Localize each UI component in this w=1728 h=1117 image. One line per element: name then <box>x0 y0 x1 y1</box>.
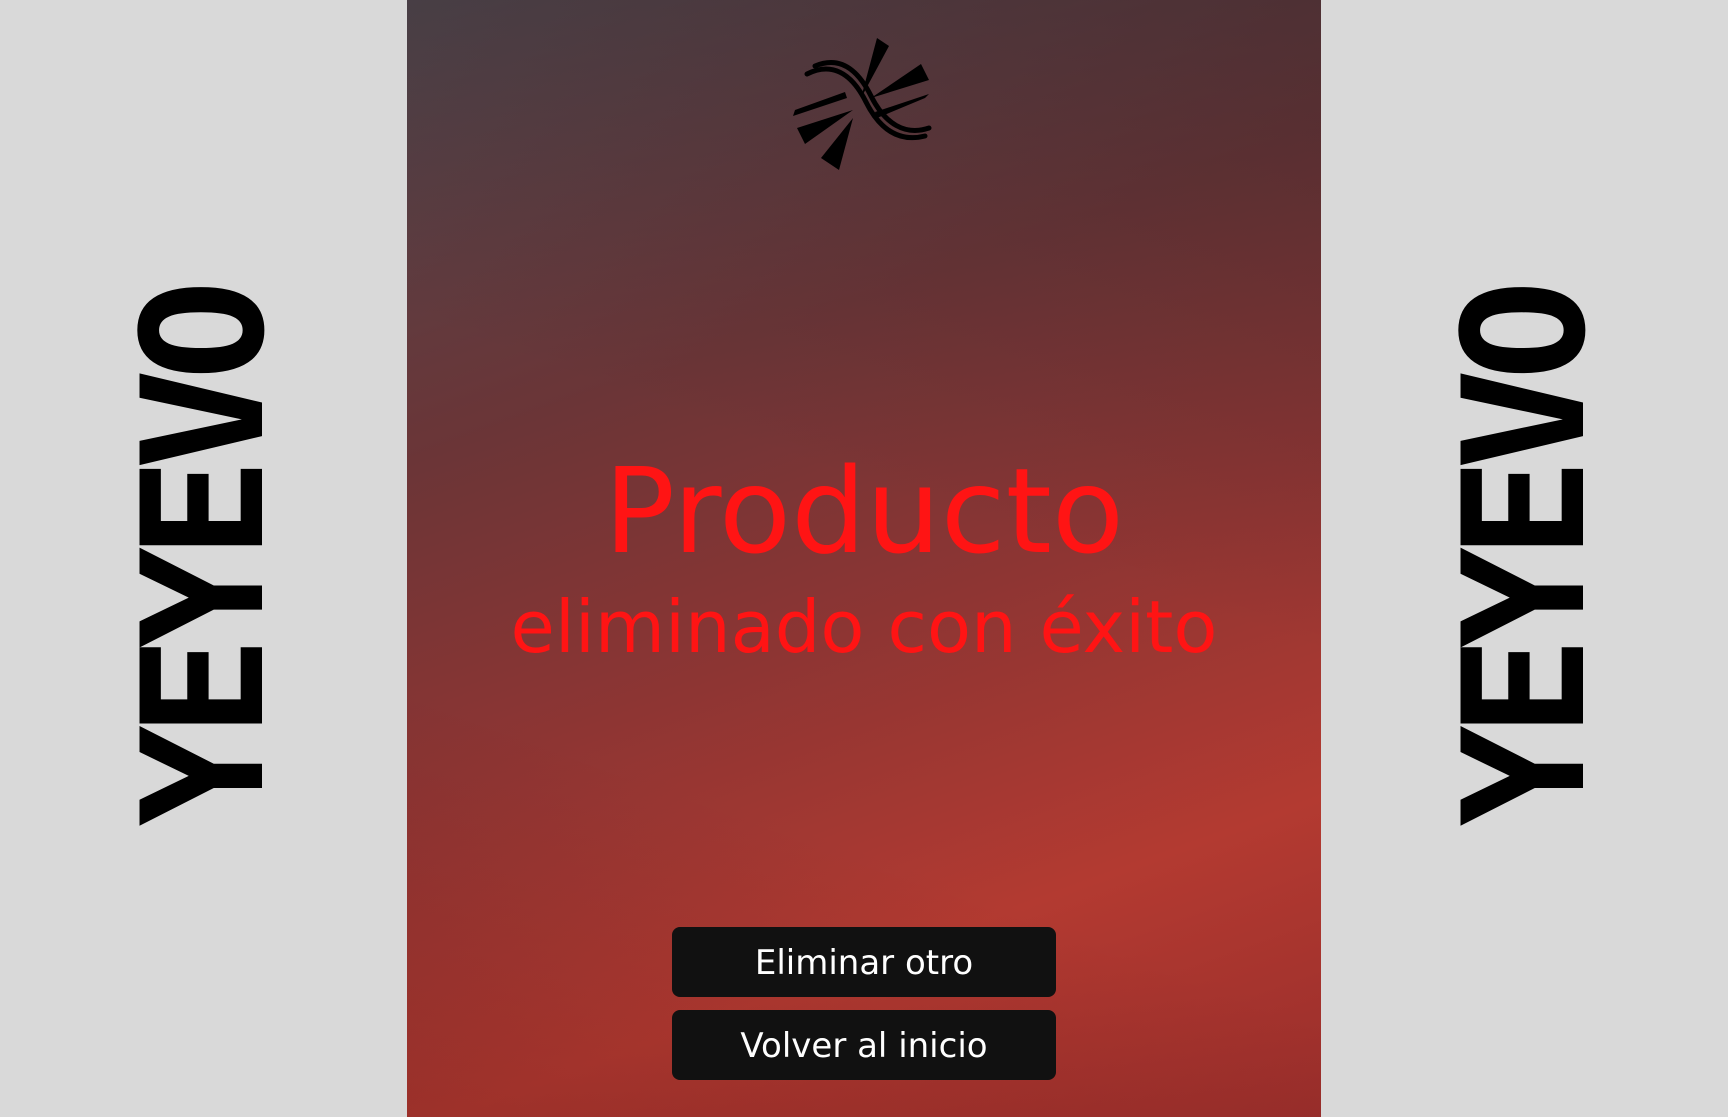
brand-wordmark-right: YEYEVO <box>1426 291 1623 826</box>
left-brand-panel: YEYEVO <box>0 0 407 1117</box>
result-panel: Producto eliminado con éxito Eliminar ot… <box>407 0 1321 1117</box>
right-brand-panel: YEYEVO <box>1321 0 1728 1117</box>
page: YEYEVO Producto eliminado con éxito Elim… <box>0 0 1728 1117</box>
brand-wordmark-left: YEYEVO <box>105 291 302 826</box>
result-title: Producto <box>603 442 1125 580</box>
starburst-logo-icon <box>793 38 932 170</box>
result-subtitle: eliminado con éxito <box>510 585 1218 669</box>
back-to-home-button[interactable]: Volver al inicio <box>672 1010 1056 1080</box>
delete-another-product-button[interactable]: Eliminar otro producto <box>672 927 1056 1053</box>
